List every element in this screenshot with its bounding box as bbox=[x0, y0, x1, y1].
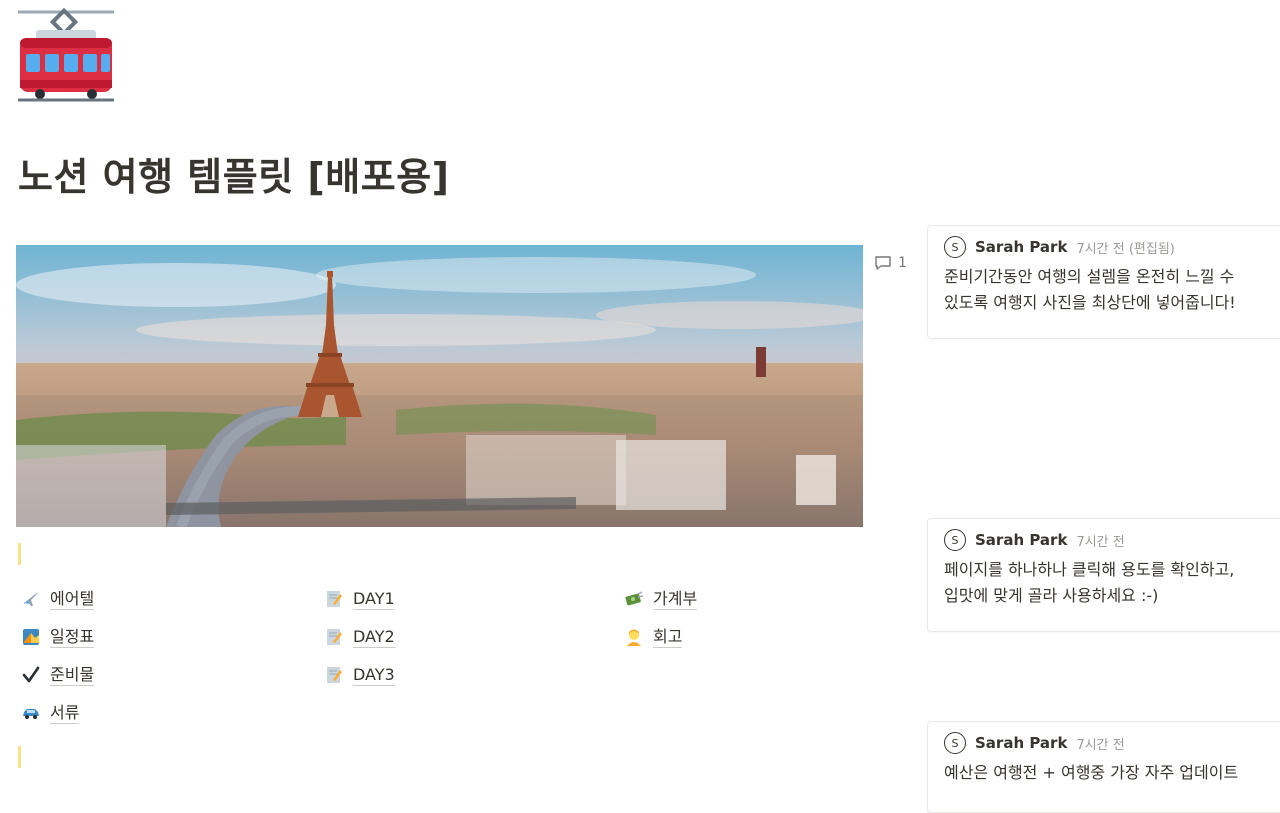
link-day3[interactable]: DAY3 bbox=[323, 664, 395, 686]
link-documents[interactable]: 서류 bbox=[20, 702, 80, 724]
airplane-icon bbox=[20, 588, 42, 610]
comment-time: 7시간 전 bbox=[1076, 737, 1125, 753]
speech-bubble-icon bbox=[875, 256, 891, 270]
link-schedule[interactable]: 일정표 bbox=[20, 626, 95, 648]
empty-block-highlight[interactable] bbox=[18, 543, 21, 565]
comment-count-button[interactable]: 1 bbox=[874, 254, 907, 272]
page-links: 에어텔 일정표 준비물 서류 DAY1 DAY2 DAY3 가계부 회고 bbox=[20, 588, 880, 738]
avatar: S bbox=[944, 236, 966, 258]
comment-time: 7시간 전 bbox=[1076, 534, 1125, 550]
link-day1[interactable]: DAY1 bbox=[323, 588, 395, 610]
comment-text: 준비기간동안 여행의 설렘을 온전히 느낄 수 있도록 여행지 사진을 최상단에… bbox=[944, 267, 1236, 312]
comment-author: Sarah Park bbox=[975, 238, 1068, 256]
comment-text: 예산은 여행전 + 여행중 가장 자주 업데이트 bbox=[944, 763, 1239, 782]
avatar: S bbox=[944, 529, 966, 551]
person-icon bbox=[623, 626, 645, 648]
tram-car-icon[interactable] bbox=[18, 7, 114, 104]
link-review[interactable]: 회고 bbox=[623, 626, 683, 648]
comment-author: Sarah Park bbox=[975, 734, 1068, 752]
memo-icon bbox=[323, 588, 345, 610]
comment-author: Sarah Park bbox=[975, 531, 1068, 549]
comment-card[interactable]: S Sarah Park 7시간 전 페이지를 하나하나 클릭해 용도를 확인하… bbox=[927, 518, 1280, 632]
check-icon bbox=[20, 664, 42, 686]
car-icon bbox=[20, 702, 42, 724]
comment-card[interactable]: S Sarah Park 7시간 전 (편집됨) 준비기간동안 여행의 설렘을 … bbox=[927, 225, 1280, 339]
avatar: S bbox=[944, 732, 966, 754]
money-icon bbox=[623, 588, 645, 610]
map-icon bbox=[20, 626, 42, 648]
link-airtel[interactable]: 에어텔 bbox=[20, 588, 95, 610]
link-day2[interactable]: DAY2 bbox=[323, 626, 395, 648]
link-budget[interactable]: 가계부 bbox=[623, 588, 698, 610]
comment-text: 페이지를 하나하나 클릭해 용도를 확인하고, 입맛에 맞게 골라 사용하세요 … bbox=[944, 560, 1235, 605]
page-title[interactable]: 노션 여행 템플릿 [배포용] bbox=[18, 146, 450, 201]
memo-icon bbox=[323, 626, 345, 648]
comment-count: 1 bbox=[898, 255, 907, 271]
comment-time: 7시간 전 (편집됨) bbox=[1076, 241, 1175, 257]
memo-icon bbox=[323, 664, 345, 686]
link-checklist[interactable]: 준비물 bbox=[20, 664, 95, 686]
cover-image[interactable] bbox=[16, 245, 863, 527]
comment-card[interactable]: S Sarah Park 7시간 전 예산은 여행전 + 여행중 가장 자주 업… bbox=[927, 721, 1280, 813]
empty-block-highlight[interactable] bbox=[18, 746, 21, 768]
